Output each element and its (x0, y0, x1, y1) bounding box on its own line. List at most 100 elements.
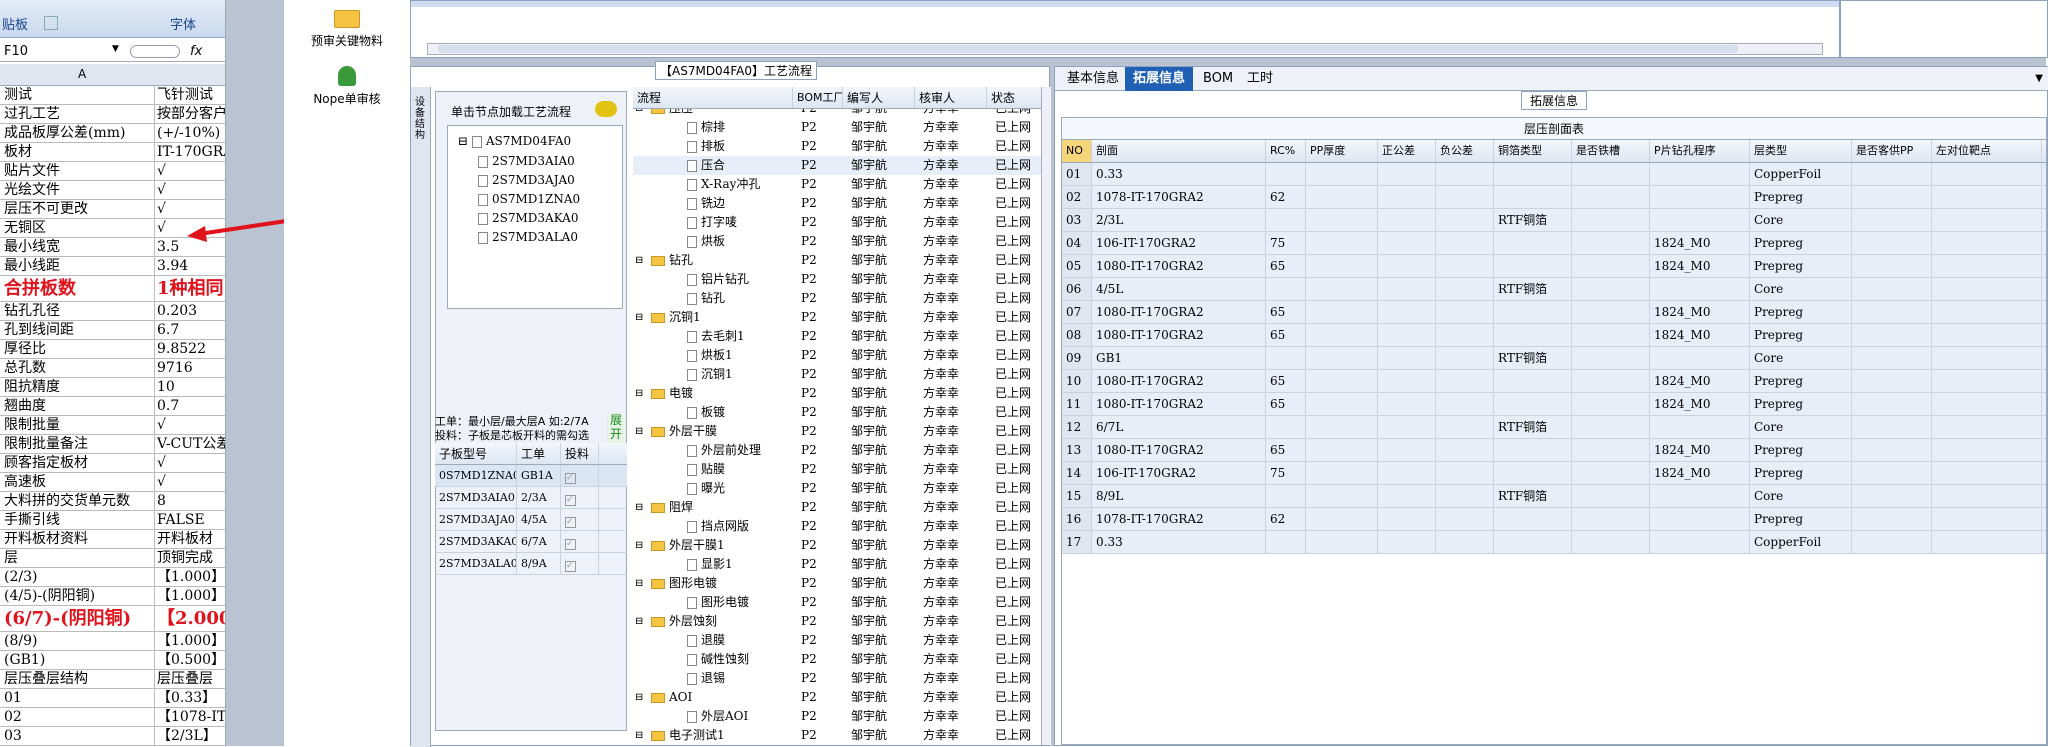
table-cell[interactable]: 1080-IT-170GRA2 (1092, 439, 1266, 461)
process-row[interactable]: 铝片钻孔 P2 邹宇航 方幸幸 已上网 (633, 270, 1041, 289)
table-row[interactable]: 08 1080-IT-170GRA2 65 1824_M0 Prepreg (1062, 324, 2046, 347)
table-cell[interactable] (1852, 531, 1932, 553)
collapse-icon[interactable]: ⊟ (635, 688, 643, 707)
table-cell[interactable] (1378, 232, 1436, 254)
table-cell[interactable] (1572, 439, 1650, 461)
table-cell[interactable]: Prepreg (1750, 186, 1852, 208)
cell-b[interactable]: √ (154, 454, 225, 472)
table-cell[interactable] (1650, 209, 1750, 231)
table-cell[interactable]: Core (1750, 278, 1852, 300)
table-cell[interactable]: 05 (1062, 255, 1092, 277)
cell-a[interactable]: (2/3) (4, 568, 154, 586)
table-cell[interactable] (1852, 186, 1932, 208)
table-cell[interactable]: 2/3L (1092, 209, 1266, 231)
table-cell[interactable] (1306, 439, 1378, 461)
table-cell[interactable]: 106-IT-170GRA2 (1092, 462, 1266, 484)
feed-checkbox[interactable]: ✓ (561, 509, 599, 530)
process-row[interactable]: 碱性蚀刻 P2 邹宇航 方幸幸 已上网 (633, 650, 1041, 669)
table-cell[interactable]: Core (1750, 347, 1852, 369)
cell-a[interactable]: (8/9) (4, 632, 154, 650)
table-cell[interactable] (1572, 255, 1650, 277)
collapse-icon[interactable]: ⊟ (635, 574, 643, 593)
feed-checkbox[interactable]: ✓ (561, 487, 599, 508)
table-cell[interactable] (1572, 531, 1650, 553)
table-cell[interactable]: Core (1750, 416, 1852, 438)
table-cell[interactable]: 65 (1266, 439, 1306, 461)
sheet-row[interactable]: 厚径比 9.8522 (0, 340, 225, 359)
table-cell[interactable] (1378, 186, 1436, 208)
table-cell[interactable]: 0.33 (1092, 531, 1266, 553)
table-cell[interactable]: RTF铜箔 (1494, 416, 1572, 438)
table-cell[interactable] (1852, 416, 1932, 438)
table-cell[interactable]: GB1 (1092, 347, 1266, 369)
cell-a[interactable]: (6/7)-(阴阳铜) (4, 606, 154, 631)
table-cell[interactable] (1572, 347, 1650, 369)
cell-a[interactable]: 过孔工艺 (4, 105, 154, 123)
table-cell[interactable]: RTF铜箔 (1494, 278, 1572, 300)
cell-a[interactable]: 03 (4, 727, 154, 745)
table-cell[interactable] (1436, 232, 1494, 254)
table-cell[interactable]: 11 (1062, 393, 1092, 415)
process-row[interactable]: 贴膜 P2 邹宇航 方幸幸 已上网 (633, 460, 1041, 479)
cell-a[interactable]: 层压叠层结构 (4, 670, 154, 688)
tree-node[interactable]: 2S7MD3ALA0 (478, 230, 578, 244)
column-header[interactable]: 铜箔类型 (1494, 140, 1572, 162)
table-row[interactable]: 12 6/7L RTF铜箔 Core (1062, 416, 2046, 439)
table-cell[interactable]: 1080-IT-170GRA2 (1092, 393, 1266, 415)
process-row[interactable]: AOI ⊟ P2 邹宇航 方幸幸 已上网 (633, 688, 1041, 707)
process-row[interactable]: 显影1 P2 邹宇航 方幸幸 已上网 (633, 555, 1041, 574)
sheet-row[interactable]: (4/5)-(阴阳铜) 【1.000】 (0, 587, 225, 606)
table-cell[interactable]: RTF铜箔 (1494, 347, 1572, 369)
table-cell[interactable] (1306, 186, 1378, 208)
table-cell[interactable] (1436, 508, 1494, 530)
fx-icon[interactable]: fx (190, 44, 202, 59)
table-cell[interactable] (1306, 393, 1378, 415)
process-row[interactable]: 压合 P2 邹宇航 方幸幸 已上网 (633, 156, 1041, 175)
cell-a[interactable]: 厚径比 (4, 340, 154, 358)
cell-b[interactable]: 0.7 (154, 397, 225, 415)
tree-node[interactable]: 0S7MD1ZNA0 (478, 192, 580, 206)
table-cell[interactable] (1932, 531, 2042, 553)
col-feed[interactable]: 投料 (561, 443, 599, 464)
tree-node[interactable]: 2S7MD3AIA0 (478, 154, 575, 168)
chevron-down-icon[interactable]: ▼ (2035, 73, 2043, 84)
table-cell[interactable] (1852, 232, 1932, 254)
table-cell[interactable] (1572, 278, 1650, 300)
table-cell[interactable]: 17 (1062, 531, 1092, 553)
cell-a[interactable]: 翘曲度 (4, 397, 154, 415)
process-row[interactable]: 曝光 P2 邹宇航 方幸幸 已上网 (633, 479, 1041, 498)
table-cell[interactable] (1932, 324, 2042, 346)
table-cell[interactable] (1306, 462, 1378, 484)
collapse-icon[interactable]: ⊟ (635, 422, 643, 441)
table-cell[interactable] (1378, 301, 1436, 323)
table-cell[interactable]: 06 (1062, 278, 1092, 300)
col-checker[interactable]: 核审人 (915, 87, 987, 108)
col-bom-factory[interactable]: BOM工厂 (793, 87, 843, 108)
process-row[interactable]: 电子测试1 ⊟ P2 邹宇航 方幸幸 已上网 (633, 726, 1041, 745)
table-cell[interactable] (1572, 232, 1650, 254)
process-row[interactable]: 外层干膜1 ⊟ P2 邹宇航 方幸幸 已上网 (633, 536, 1041, 555)
table-cell[interactable] (1852, 462, 1932, 484)
process-row[interactable]: 压压 ⊟ P2 邹宇航 方幸幸 已上网 (633, 109, 1041, 118)
sheet-row[interactable]: 最小线距 3.94 (0, 257, 225, 276)
collapse-icon[interactable]: ⊟ (635, 251, 643, 270)
table-cell[interactable] (1932, 255, 2042, 277)
feed-checkbox[interactable]: ✓ (561, 531, 599, 552)
table-cell[interactable] (1436, 324, 1494, 346)
table-cell[interactable] (1378, 347, 1436, 369)
cell-b[interactable]: 【1078-IT (154, 708, 225, 726)
cell-b[interactable]: 【0.500】 (154, 651, 225, 669)
table-cell[interactable] (1650, 278, 1750, 300)
table-cell[interactable] (1852, 163, 1932, 185)
column-header[interactable]: PP厚度 (1306, 140, 1378, 162)
table-cell[interactable] (1378, 370, 1436, 392)
table-cell[interactable] (1572, 508, 1650, 530)
table-cell[interactable] (1494, 324, 1572, 346)
cell-b[interactable]: 9716 (154, 359, 225, 377)
table-cell[interactable] (1932, 301, 2042, 323)
sheet-row[interactable]: 钻孔孔径 0.203 (0, 302, 225, 321)
table-cell[interactable] (1494, 439, 1572, 461)
table-cell[interactable]: 1078-IT-170GRA2 (1092, 508, 1266, 530)
cell-a[interactable]: 层压不可更改 (4, 200, 154, 218)
table-cell[interactable] (1378, 255, 1436, 277)
